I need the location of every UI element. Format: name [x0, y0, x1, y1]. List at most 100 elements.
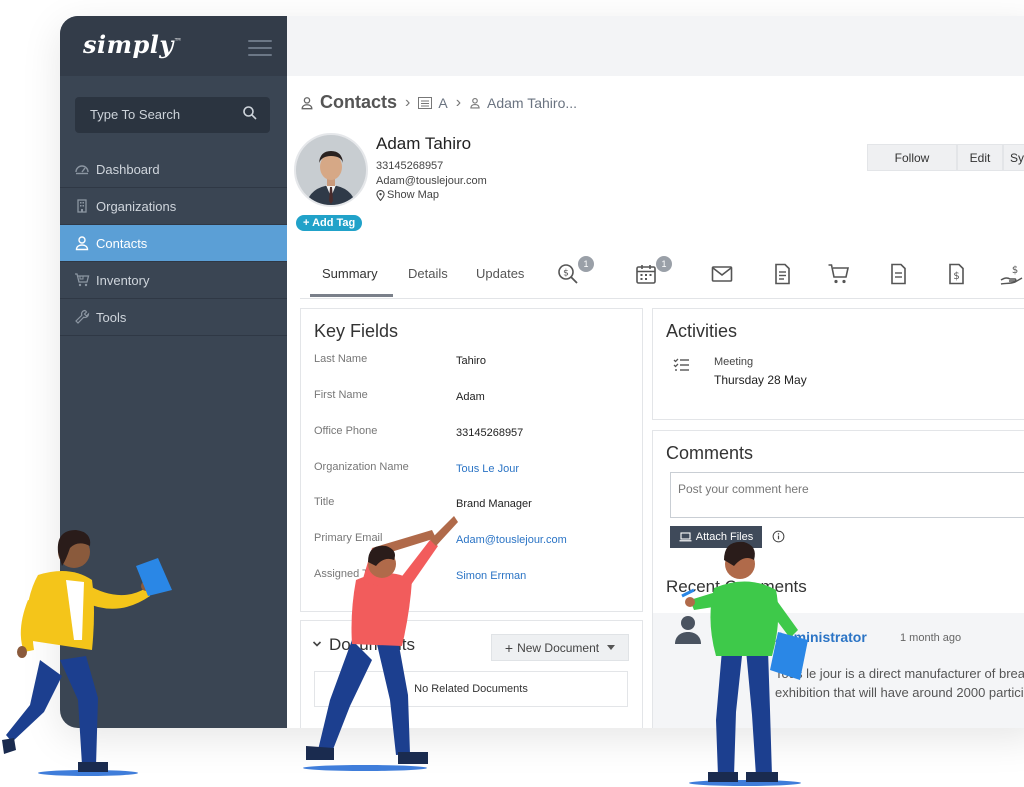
- field-value-assigned-link[interactable]: Simon Errman: [456, 570, 526, 582]
- cart-icon[interactable]: [827, 262, 851, 286]
- caret-down-icon: [607, 645, 616, 650]
- tab-details[interactable]: Details: [408, 266, 448, 281]
- field-label: Primary Email: [314, 532, 383, 544]
- calendar-count-badge: 1: [656, 256, 672, 272]
- field-label: First Name: [314, 389, 368, 401]
- svg-text:$: $: [563, 269, 569, 279]
- task-list-icon: [673, 358, 689, 371]
- breadcrumb: Contacts › A › Adam Tahiro...: [300, 92, 577, 113]
- follow-button[interactable]: Follow: [867, 144, 957, 171]
- key-fields-title: Key Fields: [314, 321, 399, 341]
- sidebar-nav: Dashboard Organizations Contacts Invento…: [60, 151, 294, 336]
- field-value-organization-link[interactable]: Tous Le Jour: [456, 463, 519, 475]
- dashboard-icon: [75, 165, 89, 175]
- field-value-last-name[interactable]: Tahiro: [456, 355, 486, 367]
- sidebar-item-inventory[interactable]: Inventory: [60, 262, 287, 299]
- email-icon[interactable]: [710, 262, 734, 286]
- comment-text: exhibition that will have around 2000 pa…: [775, 685, 1024, 700]
- document-icon[interactable]: [770, 262, 794, 286]
- user-avatar-icon: [675, 616, 701, 644]
- hamburger-menu-icon[interactable]: [248, 40, 272, 61]
- sidebar-item-label: Contacts: [96, 236, 148, 251]
- add-tag-button[interactable]: + Add Tag: [296, 215, 363, 231]
- tab-summary[interactable]: Summary: [322, 266, 378, 281]
- building-icon: [77, 199, 87, 213]
- chevron-down-icon[interactable]: [312, 639, 322, 649]
- comment-placeholder: Post your comment here: [678, 482, 809, 496]
- more-actions-button[interactable]: Sy: [1003, 144, 1024, 171]
- info-icon[interactable]: [772, 530, 785, 543]
- top-bar: [287, 16, 1024, 76]
- comments-title: Comments: [666, 443, 754, 463]
- svg-text:$: $: [953, 271, 959, 282]
- person-icon: [301, 96, 313, 109]
- sidebar-item-dashboard[interactable]: Dashboard: [60, 151, 287, 188]
- activity-date[interactable]: Thursday 28 May: [714, 373, 807, 387]
- field-value-first-name[interactable]: Adam: [456, 391, 485, 403]
- avatar: [294, 133, 368, 207]
- sidebar-item-label: Tools: [96, 310, 127, 325]
- svg-text:$: $: [1012, 265, 1018, 276]
- record-tabs: Summary Details Updates $ 1 1 $ $: [300, 256, 1024, 299]
- app-window: simply™ Type To Search Dashboard Organiz…: [60, 16, 1024, 728]
- show-map-link[interactable]: Show Map: [376, 189, 439, 201]
- simply-logo[interactable]: simply™: [83, 30, 182, 59]
- attach-files-button[interactable]: Attach Files: [670, 526, 762, 548]
- breadcrumb-record: Adam Tahiro...: [487, 94, 578, 111]
- field-label: Organization Name: [314, 461, 409, 473]
- new-document-button[interactable]: + New Document: [491, 634, 629, 661]
- sidebar-item-tools[interactable]: Tools: [60, 299, 287, 336]
- field-label: Last Name: [314, 353, 368, 365]
- field-value-email-link[interactable]: Adam@touslejour.com: [456, 534, 567, 546]
- comment-text: Tous le jour is a direct manufacturer of…: [775, 666, 1024, 681]
- activities-title: Activities: [666, 321, 738, 341]
- invoice-icon[interactable]: $: [944, 262, 968, 286]
- payment-hand-icon[interactable]: $: [1000, 262, 1024, 286]
- sidebar-item-contacts[interactable]: Contacts: [60, 225, 294, 262]
- record-actions: Follow Edit Sy: [867, 144, 1024, 171]
- comment-time: 1 month ago: [900, 632, 962, 644]
- comment-input[interactable]: Post your comment here: [670, 472, 1024, 518]
- main-content: Contacts › A › Adam Tahiro... Adam Tahir…: [287, 16, 1024, 728]
- comment-author[interactable]: Administrator: [775, 629, 867, 645]
- breadcrumb-module[interactable]: Contacts: [320, 92, 397, 113]
- field-value-office-phone[interactable]: 33145268957: [456, 427, 523, 439]
- calendar-icon: [636, 265, 656, 284]
- tab-calendar[interactable]: 1: [634, 256, 678, 292]
- edit-button[interactable]: Edit: [957, 144, 1003, 171]
- chevron-right-icon: ›: [455, 93, 462, 111]
- documents-title: Documents: [329, 635, 415, 654]
- active-tab-indicator: [310, 294, 393, 297]
- tab-updates[interactable]: Updates: [476, 266, 524, 281]
- brand-bar: simply™: [60, 16, 287, 76]
- inventory-icon: [75, 273, 90, 287]
- search-input[interactable]: Type To Search: [90, 107, 180, 122]
- field-label: Office Phone: [314, 425, 378, 437]
- contact-email[interactable]: Adam@touslejour.com: [376, 175, 487, 187]
- documents-panel: Documents + New Document No Related Docu…: [300, 620, 643, 728]
- sidebar-item-label: Inventory: [96, 273, 150, 288]
- person-icon: [470, 97, 480, 108]
- empty-documents-message: No Related Documents: [314, 671, 628, 707]
- recent-comments-title: Recent Comments: [666, 577, 807, 596]
- laptop-icon: [679, 532, 692, 542]
- field-label: Assigned To: [314, 568, 374, 580]
- deal-search-icon: $: [558, 264, 578, 284]
- key-fields-panel: Key Fields Last Name Tahiro First Name A…: [300, 308, 643, 612]
- breadcrumb-letter[interactable]: A: [438, 95, 447, 111]
- map-pin-icon: [376, 189, 385, 201]
- list-icon: [418, 96, 433, 109]
- sidebar-item-label: Organizations: [96, 199, 177, 214]
- field-label: Title: [314, 496, 335, 508]
- sidebar-search[interactable]: Type To Search: [75, 97, 270, 133]
- comments-panel: Comments Post your comment here Attach F…: [652, 430, 1024, 728]
- sidebar-item-organizations[interactable]: Organizations: [60, 188, 287, 225]
- person-icon: [75, 236, 89, 251]
- deals-count-badge: 1: [578, 256, 594, 272]
- search-icon[interactable]: [242, 105, 258, 121]
- tab-deals[interactable]: $ 1: [556, 256, 600, 292]
- contact-phone[interactable]: 33145268957: [376, 160, 443, 172]
- quote-document-icon[interactable]: [886, 262, 910, 286]
- activities-panel: Activities Meeting Thursday 28 May: [652, 308, 1024, 420]
- field-value-title[interactable]: Brand Manager: [456, 498, 532, 510]
